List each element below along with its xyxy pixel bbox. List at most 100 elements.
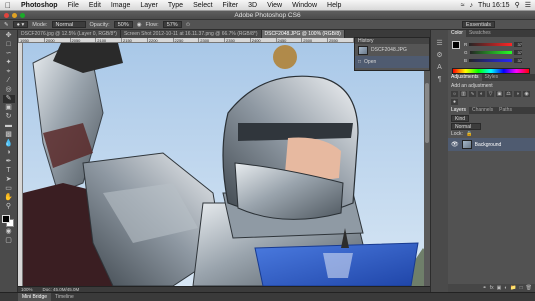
opacity-input[interactable]: 50% bbox=[113, 21, 133, 28]
tab-styles[interactable]: Styles bbox=[482, 74, 502, 81]
menu-edit[interactable]: Edit bbox=[84, 2, 106, 9]
tab-dscf2076[interactable]: DSCF2076.jpg @ 12.5% (Layer 0, RGB/8*) bbox=[18, 30, 121, 38]
menu-window[interactable]: Window bbox=[287, 2, 322, 9]
move-tool-icon[interactable]: ✥ bbox=[3, 32, 15, 40]
brush-preset-picker[interactable]: ● ▾ bbox=[12, 21, 29, 28]
healing-tool-icon[interactable]: ◎ bbox=[3, 86, 15, 94]
clock[interactable]: Thu 16:15 bbox=[478, 2, 510, 9]
hand-tool-icon[interactable]: ✋ bbox=[3, 194, 15, 202]
marquee-tool-icon[interactable]: □ bbox=[3, 41, 15, 49]
green-value[interactable]: 37 bbox=[514, 50, 522, 55]
visibility-eye-icon[interactable]: 👁 bbox=[451, 141, 459, 148]
layer-row-background[interactable]: 👁 Background bbox=[448, 138, 535, 151]
tab-mini-bridge[interactable]: Mini Bridge bbox=[18, 293, 52, 301]
new-group-icon[interactable]: 📁 bbox=[510, 284, 516, 292]
menu-filter[interactable]: Filter bbox=[218, 2, 244, 9]
green-track[interactable] bbox=[469, 51, 512, 54]
add-mask-icon[interactable]: ▣ bbox=[497, 284, 502, 292]
paragraph-panel-icon[interactable]: ¶ bbox=[435, 76, 445, 84]
menu-view[interactable]: View bbox=[262, 2, 287, 9]
crop-tool-icon[interactable]: ⌖ bbox=[3, 68, 15, 76]
minimize-window-button[interactable] bbox=[12, 12, 17, 18]
apple-icon[interactable]:  bbox=[0, 1, 16, 10]
new-layer-icon[interactable]: □ bbox=[520, 284, 523, 292]
red-value[interactable]: 37 bbox=[514, 42, 522, 47]
menu-image[interactable]: Image bbox=[106, 2, 135, 9]
link-layers-icon[interactable]: ⚭ bbox=[483, 284, 487, 292]
menu-app-name[interactable]: Photoshop bbox=[16, 2, 63, 9]
flow-input[interactable]: 57% bbox=[162, 21, 182, 28]
clone-stamp-tool-icon[interactable]: ▣ bbox=[3, 104, 15, 112]
tab-timeline[interactable]: Timeline bbox=[51, 293, 78, 301]
blue-slider[interactable]: B 37 bbox=[464, 58, 522, 63]
gradient-tool-icon[interactable]: ▩ bbox=[3, 131, 15, 139]
menu-type[interactable]: Type bbox=[163, 2, 188, 9]
red-slider[interactable]: R 37 bbox=[464, 42, 522, 47]
blue-track[interactable] bbox=[469, 59, 512, 62]
history-state-row[interactable]: □ Open bbox=[355, 56, 429, 68]
add-style-icon[interactable]: fx bbox=[490, 284, 494, 292]
brightness-adjustment-icon[interactable]: ☼ bbox=[451, 91, 458, 97]
tab-paths[interactable]: Paths bbox=[496, 107, 515, 114]
history-brush-tool-icon[interactable]: ↻ bbox=[3, 113, 15, 121]
screen-mode-icon[interactable]: ▢ bbox=[3, 237, 15, 245]
eyedropper-tool-icon[interactable]: ⁄ bbox=[3, 77, 15, 85]
green-slider[interactable]: G 37 bbox=[464, 50, 522, 55]
color-panel-foreground-chip[interactable] bbox=[452, 41, 460, 49]
tab-screen-shot[interactable]: Screen Shot 2012-10-11 at 16.11.37.png @… bbox=[120, 30, 262, 38]
wifi-icon[interactable]: ≈ bbox=[461, 2, 465, 9]
curves-adjustment-icon[interactable]: ∿ bbox=[469, 91, 476, 97]
channel-mixer-adjustment-icon[interactable]: ● bbox=[451, 99, 458, 105]
scrollbar-thumb[interactable] bbox=[425, 83, 429, 143]
hue-saturation-adjustment-icon[interactable]: ▣ bbox=[496, 91, 503, 97]
menu-file[interactable]: File bbox=[63, 2, 84, 9]
quick-select-tool-icon[interactable]: ✦ bbox=[3, 59, 15, 67]
pressure-opacity-icon[interactable]: ◉ bbox=[137, 22, 142, 28]
character-panel-icon[interactable]: A bbox=[435, 64, 445, 72]
photo-filter-adjustment-icon[interactable]: ◉ bbox=[523, 91, 530, 97]
delete-layer-icon[interactable]: 🗑 bbox=[526, 284, 532, 292]
airbrush-icon[interactable]: ✩ bbox=[186, 22, 191, 28]
brush-tool-icon[interactable]: ✎ bbox=[4, 22, 9, 28]
shape-tool-icon[interactable]: ▭ bbox=[3, 185, 15, 193]
layer-kind-filter[interactable]: Kind bbox=[451, 114, 470, 122]
menu-help[interactable]: Help bbox=[322, 2, 346, 9]
volume-icon[interactable]: ♪ bbox=[470, 2, 474, 9]
properties-panel-icon[interactable]: ⚙ bbox=[435, 52, 445, 60]
tab-dscf2048[interactable]: DSCF2048.JPG @ 100% (RGB/8) bbox=[261, 30, 345, 38]
tab-adjustments[interactable]: Adjustments bbox=[448, 74, 482, 81]
mode-select[interactable]: Normal bbox=[51, 21, 86, 28]
tab-channels[interactable]: Channels bbox=[469, 107, 496, 114]
tab-layers[interactable]: Layers bbox=[448, 107, 470, 114]
levels-adjustment-icon[interactable]: ▥ bbox=[460, 91, 467, 97]
blue-value[interactable]: 37 bbox=[514, 58, 522, 63]
layer-blend-mode-select[interactable]: Normal bbox=[451, 122, 481, 130]
path-select-tool-icon[interactable]: ➤ bbox=[3, 176, 15, 184]
menu-select[interactable]: Select bbox=[188, 2, 217, 9]
close-window-button[interactable] bbox=[4, 12, 9, 18]
workspace-switcher[interactable]: Essentials bbox=[461, 21, 495, 28]
eraser-tool-icon[interactable]: ▬ bbox=[3, 122, 15, 130]
exposure-adjustment-icon[interactable]: ◐ bbox=[478, 91, 485, 97]
tab-color[interactable]: Color bbox=[448, 30, 466, 37]
new-adjustment-icon[interactable]: ◐ bbox=[504, 284, 507, 292]
pen-tool-icon[interactable]: ✒ bbox=[3, 158, 15, 166]
dodge-tool-icon[interactable]: ◑ bbox=[3, 149, 15, 157]
search-icon[interactable]: ⚲ bbox=[515, 1, 520, 9]
black-white-adjustment-icon[interactable]: ◑ bbox=[514, 91, 521, 97]
history-snapshot-row[interactable]: DSCF2048.JPG bbox=[355, 44, 429, 56]
history-panel-icon[interactable]: ☰ bbox=[435, 40, 445, 48]
menu-layer[interactable]: Layer bbox=[135, 2, 163, 9]
red-track[interactable] bbox=[469, 43, 512, 46]
vibrance-adjustment-icon[interactable]: ▽ bbox=[487, 91, 494, 97]
brush-tool-icon-active[interactable]: ✎ bbox=[2, 95, 15, 103]
menu-3d[interactable]: 3D bbox=[243, 2, 262, 9]
zoom-tool-icon[interactable]: ⚲ bbox=[3, 203, 15, 211]
tab-swatches[interactable]: Swatches bbox=[466, 30, 494, 37]
color-spectrum-bar[interactable] bbox=[452, 68, 530, 74]
lasso-tool-icon[interactable]: ∽ bbox=[3, 50, 15, 58]
document-canvas[interactable] bbox=[23, 43, 430, 286]
zoom-window-button[interactable] bbox=[20, 12, 25, 18]
lock-icon[interactable]: 🔒 bbox=[466, 131, 472, 137]
foreground-color-swatch[interactable] bbox=[2, 215, 10, 223]
